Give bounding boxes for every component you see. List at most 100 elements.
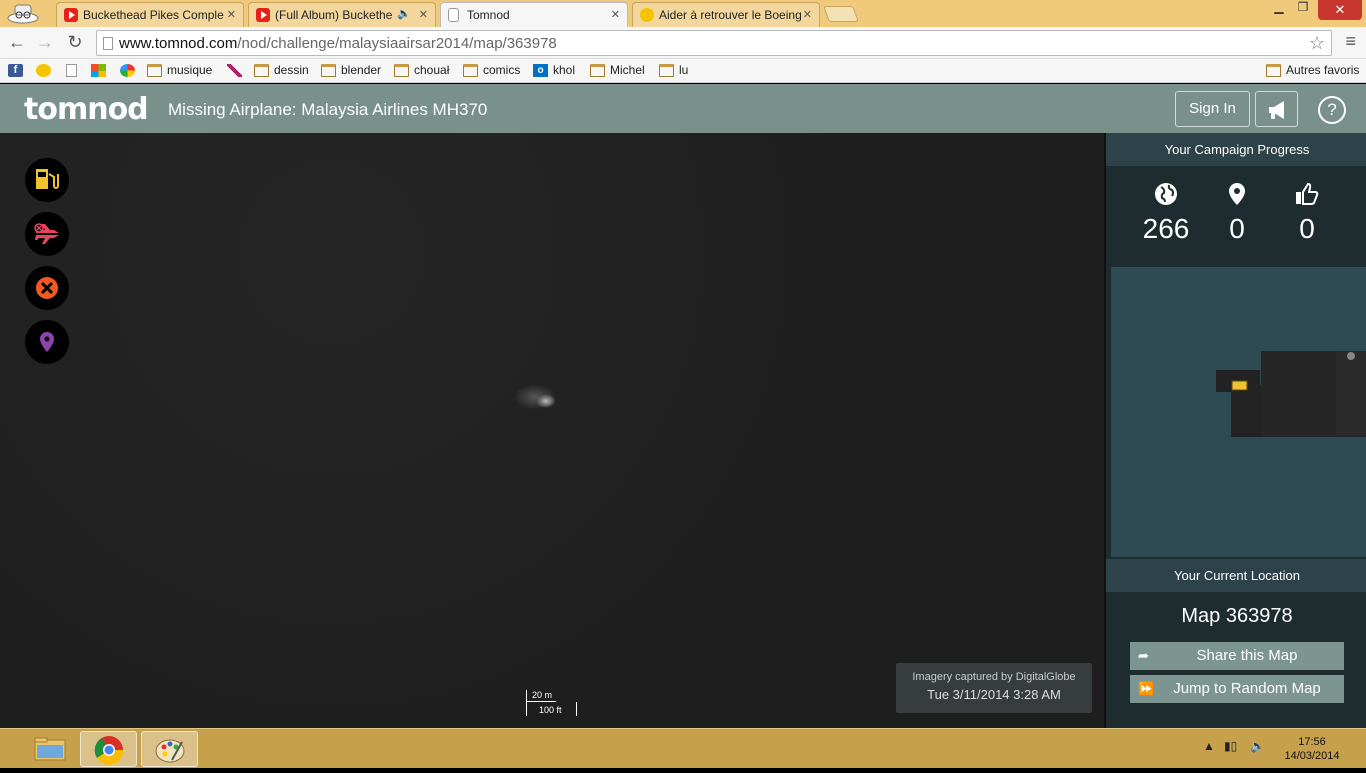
- imagery-info: Imagery captured by DigitalGlobe Tue 3/1…: [896, 663, 1092, 713]
- bookmark-page[interactable]: [66, 63, 81, 79]
- address-domain: www.tomnod.com: [119, 35, 238, 52]
- bookmark-label: blender: [341, 63, 382, 77]
- random-map-button[interactable]: ⏩ Jump to Random Map: [1130, 675, 1344, 703]
- minimize-button[interactable]: ▁: [1268, 0, 1290, 20]
- bookmarks-bar: f musique dessin blender chouał comics o…: [0, 59, 1366, 83]
- reload-icon[interactable]: ↻: [64, 32, 86, 54]
- tab-title: (Full Album) Buckethe: [275, 8, 393, 22]
- share-map-label: Share this Map: [1196, 647, 1298, 664]
- tab-buckethead-pikes[interactable]: Buckethead Pikes Comple ✕: [56, 2, 244, 27]
- youtube-icon: [64, 8, 78, 22]
- help-button[interactable]: ?: [1318, 96, 1346, 124]
- bookmark-label: Michel: [610, 63, 645, 77]
- system-clock[interactable]: 17:56 14/03/2014: [1282, 735, 1342, 763]
- clock-date: 14/03/2014: [1284, 750, 1340, 762]
- bookmark-face[interactable]: [36, 63, 51, 79]
- forward-arrow-icon[interactable]: →: [34, 32, 56, 54]
- tab-title: Buckethead Pikes Comple: [83, 8, 224, 22]
- tab-tomnod[interactable]: Tomnod ✕: [440, 2, 628, 27]
- page-title: Missing Airplane: Malaysia Airlines MH37…: [168, 100, 488, 119]
- bookmark-folder-choual[interactable]: chouał: [394, 63, 449, 79]
- speaker-icon: 🔈: [397, 8, 411, 20]
- menu-icon[interactable]: ≡: [1345, 31, 1356, 52]
- stat-tags: 0: [1202, 181, 1272, 245]
- stat-maps-viewed: 266: [1131, 181, 1201, 245]
- restore-button[interactable]: ❐: [1292, 0, 1314, 20]
- location-tag-button[interactable]: [25, 320, 69, 364]
- volume-icon[interactable]: 🔈: [1250, 739, 1265, 753]
- megaphone-icon: [1269, 101, 1284, 119]
- bookmark-folder-michel[interactable]: Michel: [590, 63, 645, 79]
- scale-imperial: 100 ft: [526, 702, 577, 716]
- bookmark-folder-lu[interactable]: lu: [659, 63, 688, 79]
- folder-icon: [1266, 64, 1281, 77]
- tab-title: Tomnod: [467, 8, 510, 22]
- bookmark-khol[interactable]: o khol: [533, 63, 575, 79]
- bookmark-label: khol: [553, 63, 576, 77]
- back-arrow-icon[interactable]: ←: [6, 32, 28, 54]
- overview-minimap[interactable]: [1111, 267, 1366, 557]
- bookmark-folder-blender[interactable]: blender: [321, 63, 381, 79]
- folder-icon: [659, 64, 674, 77]
- tab-close-icon[interactable]: ✕: [419, 8, 428, 21]
- current-map-id: Map 363978: [1181, 605, 1293, 627]
- page-icon: [103, 37, 113, 50]
- tab-full-album[interactable]: (Full Album) Buckethe 🔈 ✕: [248, 2, 436, 27]
- satellite-map[interactable]: 20 m 100 ft Imagery captured by DigitalG…: [0, 133, 1104, 728]
- tomnod-logo[interactable]: tomnod: [24, 92, 149, 127]
- windows-icon: [91, 64, 106, 77]
- address-bar[interactable]: www.tomnod.com/nod/challenge/malaysiaair…: [96, 30, 1332, 56]
- bookmark-ring[interactable]: [120, 63, 135, 79]
- file-explorer-button[interactable]: [22, 731, 79, 767]
- airplane-tag-button[interactable]: [25, 212, 69, 256]
- sign-in-button[interactable]: Sign In: [1175, 91, 1250, 127]
- windows-taskbar: ▲ ▮▯ 🔈 17:56 14/03/2014: [0, 728, 1366, 768]
- folder-icon: [147, 64, 162, 77]
- tab-close-icon[interactable]: ✕: [611, 8, 620, 21]
- browser-tab-strip: Buckethead Pikes Comple ✕ (Full Album) B…: [0, 0, 1366, 27]
- campaign-progress-header: Your Campaign Progress: [1106, 133, 1366, 166]
- outlook-icon: o: [533, 64, 548, 77]
- pin-icon: [1229, 183, 1245, 205]
- folder-icon: [394, 64, 409, 77]
- chrome-taskbar-button[interactable]: [80, 731, 137, 767]
- page-icon: [448, 8, 459, 22]
- bookmark-other-favorites[interactable]: Autres favoris: [1266, 63, 1359, 79]
- bookmark-label: musique: [167, 63, 213, 77]
- tab-close-icon[interactable]: ✕: [803, 8, 812, 21]
- bookmark-windows[interactable]: [91, 63, 106, 79]
- announcement-button[interactable]: [1255, 91, 1298, 127]
- new-tab-button[interactable]: [823, 6, 859, 22]
- tray-expand-icon[interactable]: ▲: [1203, 739, 1215, 753]
- current-location-header: Your Current Location: [1106, 559, 1366, 592]
- paint-taskbar-button[interactable]: [141, 731, 198, 767]
- tomnod-header: tomnod Missing Airplane: Malaysia Airlin…: [0, 84, 1366, 133]
- page-icon: [66, 64, 77, 77]
- close-tag-button[interactable]: [25, 266, 69, 310]
- window-close-button[interactable]: ✕: [1318, 0, 1362, 20]
- feather-icon: [227, 64, 242, 77]
- youtube-icon: [256, 8, 270, 22]
- bookmark-star-icon[interactable]: ☆: [1309, 33, 1325, 54]
- stat-value: 0: [1229, 213, 1245, 244]
- paint-palette-icon: [155, 739, 185, 763]
- imagery-credit: Imagery captured by DigitalGlobe: [912, 671, 1076, 683]
- tab-close-icon[interactable]: ✕: [227, 8, 236, 21]
- bookmark-feather[interactable]: [227, 63, 242, 79]
- bookmark-label: comics: [483, 63, 521, 77]
- network-icon[interactable]: ▮▯: [1224, 739, 1237, 753]
- face-icon: [36, 64, 51, 77]
- chrome-icon: [94, 736, 124, 765]
- bookmark-label: dessin: [274, 63, 309, 77]
- bookmark-facebook[interactable]: f: [8, 63, 23, 79]
- bookmark-label: chouał: [414, 63, 450, 77]
- bookmark-folder-dessin[interactable]: dessin: [254, 63, 309, 79]
- ring-icon: [120, 64, 135, 77]
- bookmark-folder-musique[interactable]: musique: [147, 63, 212, 79]
- fuel-tag-button[interactable]: [25, 158, 69, 202]
- incognito-user-icon[interactable]: [6, 2, 40, 24]
- share-map-button[interactable]: ➦ Share this Map: [1130, 642, 1344, 670]
- tab-aider-boeing[interactable]: Aider à retrouver le Boeing ✕: [632, 2, 820, 27]
- facebook-icon: f: [8, 64, 23, 77]
- bookmark-folder-comics[interactable]: comics: [463, 63, 520, 79]
